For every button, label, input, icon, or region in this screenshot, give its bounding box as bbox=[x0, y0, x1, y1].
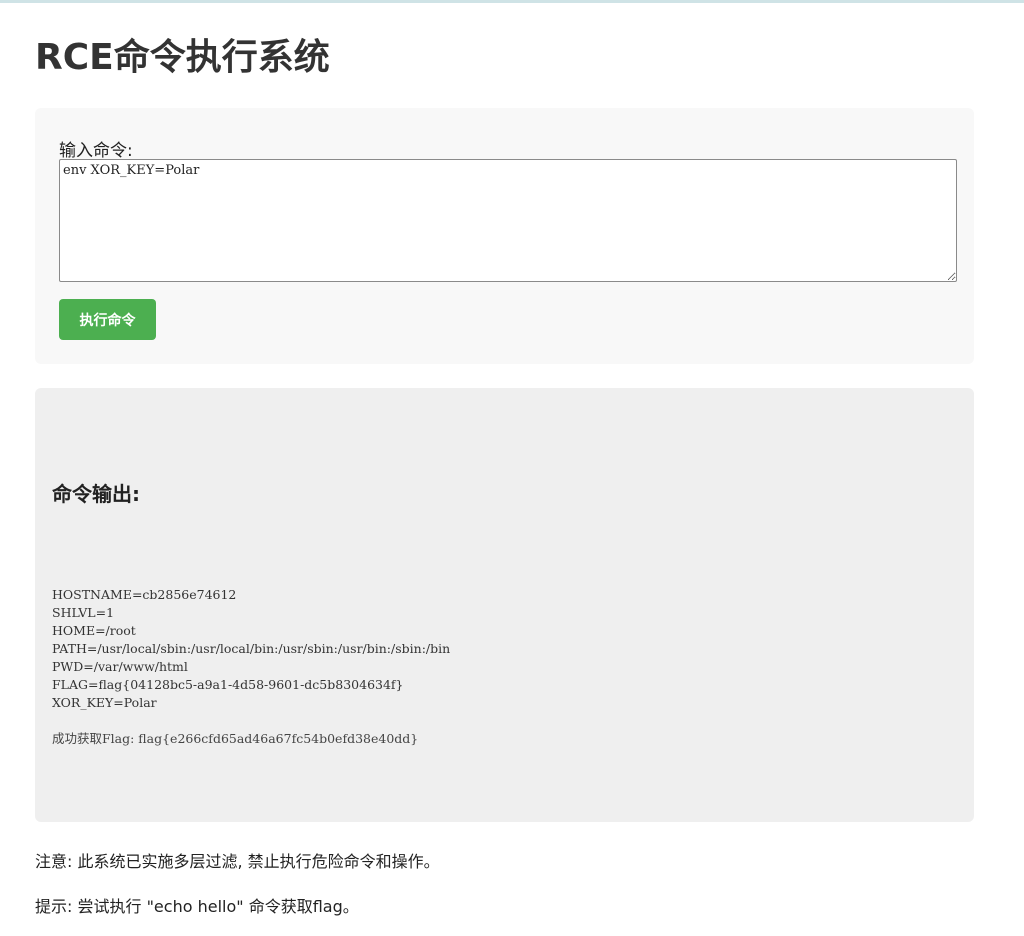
execute-button[interactable]: 执行命令 bbox=[59, 299, 156, 340]
output-line: FLAG=flag{04128bc5-a9a1-4d58-9601-dc5b83… bbox=[52, 677, 404, 692]
output-line: HOSTNAME=cb2856e74612 bbox=[52, 587, 237, 602]
output-panel: 命令输出: HOSTNAME=cb2856e74612 SHLVL=1 HOME=/… bbox=[35, 388, 974, 822]
output-line: SHLVL=1 bbox=[52, 605, 115, 620]
output-line: XOR_KEY=Polar bbox=[52, 695, 157, 710]
top-border bbox=[0, 0, 1024, 3]
output-line: PATH=/usr/local/sbin:/usr/local/bin:/usr… bbox=[52, 641, 451, 656]
output-line: PWD=/var/www/html bbox=[52, 659, 188, 674]
page-title: RCE命令执行系统 bbox=[35, 37, 330, 78]
command-label: 输入命令: bbox=[59, 141, 133, 161]
hint-note: 提示: 尝试执行 "echo hello" 命令获取flag。 bbox=[35, 897, 359, 916]
success-message: 成功获取Flag: flag{e266cfd65ad46a67fc54b0efd… bbox=[52, 731, 419, 746]
output-title: 命令输出: bbox=[52, 482, 140, 506]
warning-note: 注意: 此系统已实施多层过滤, 禁止执行危险命令和操作。 bbox=[35, 852, 440, 871]
command-input[interactable]: env XOR_KEY=Polar bbox=[59, 159, 957, 282]
output-text: HOSTNAME=cb2856e74612 SHLVL=1 HOME=/root PA… bbox=[52, 586, 450, 712]
command-form: 输入命令: env XOR_KEY=Polar 执行命令 bbox=[35, 108, 974, 364]
output-line: HOME=/root bbox=[52, 623, 136, 638]
